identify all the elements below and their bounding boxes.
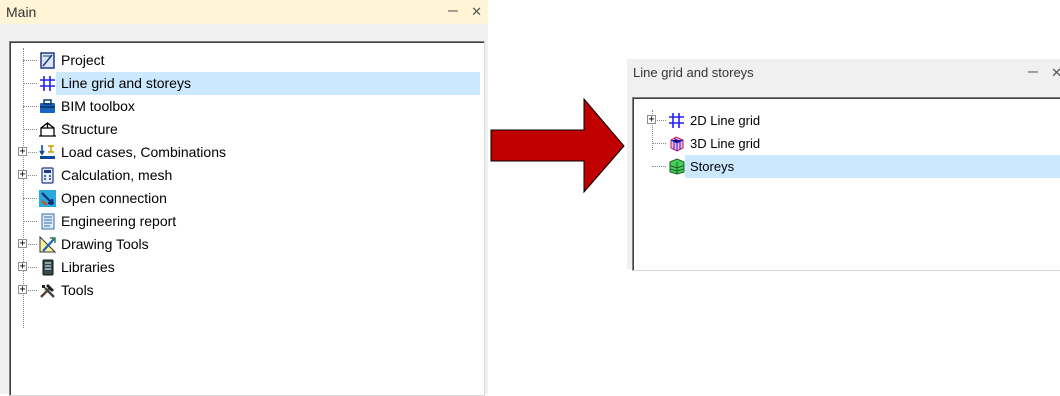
pin-icon[interactable]: ㄧ — [446, 0, 459, 24]
storeys-icon — [669, 158, 685, 175]
line-grid-icon — [40, 76, 55, 91]
tree-branch-line — [23, 106, 37, 107]
2d-line-grid-icon — [669, 113, 684, 128]
tree-item-label: Line grid and storeys — [61, 75, 191, 91]
line-grid-panel: Line grid and storeys ㄧ ✕ + 2D Line grid — [627, 59, 1060, 271]
selection-highlight — [685, 155, 1060, 178]
expand-toggle[interactable]: + — [18, 147, 27, 157]
tree-item-label: Calculation, mesh — [61, 167, 173, 183]
calculator-icon — [41, 167, 54, 184]
expand-toggle[interactable]: + — [18, 285, 27, 295]
tree-item-label: Storeys — [690, 159, 735, 174]
expand-toggle[interactable]: + — [18, 262, 27, 272]
tree-item-label: 3D Line grid — [690, 136, 761, 151]
tree-branch-line — [23, 60, 37, 61]
libraries-icon — [42, 259, 54, 276]
tree-branch-line — [23, 83, 37, 84]
project-icon — [40, 52, 55, 69]
tree-item-open-connection[interactable]: Open connection — [15, 187, 480, 210]
arrow-right-icon — [490, 98, 625, 194]
line-grid-tree-view[interactable]: + 2D Line grid 3D Line grid Storeys — [632, 97, 1060, 271]
bim-toolbox-icon — [40, 99, 55, 113]
tree-branch-line — [23, 221, 37, 222]
tree-item-label: Open connection — [61, 190, 167, 206]
tree-item-label: Engineering report — [61, 213, 177, 229]
tree-item-2d-line-grid[interactable]: + 2D Line grid — [644, 109, 1060, 132]
tree-item-engineering-report[interactable]: Engineering report — [15, 210, 480, 233]
load-cases-icon — [39, 145, 55, 159]
tree-branch-line — [23, 129, 37, 130]
drawing-tools-icon — [39, 236, 56, 253]
open-connection-icon — [39, 190, 56, 207]
main-tree-view[interactable]: Project Line grid and storeys BIM toolbo… — [9, 41, 485, 396]
3d-line-grid-icon — [670, 136, 684, 152]
tree-branch-line — [652, 166, 666, 167]
tree-branch-line — [23, 198, 37, 199]
tree-item-libraries[interactable]: + Libraries — [15, 256, 480, 279]
tree-item-label: Structure — [61, 121, 118, 137]
expand-toggle[interactable]: + — [647, 115, 656, 125]
tree-item-label: Tools — [61, 282, 94, 298]
report-icon — [41, 213, 55, 230]
main-panel: Main ㄧ ✕ Project Line grid and storeys B… — [0, 0, 488, 396]
tree-item-line-grid[interactable]: Line grid and storeys — [15, 72, 480, 95]
tree-item-bim-toolbox[interactable]: BIM toolbox — [15, 95, 480, 118]
tree-item-3d-line-grid[interactable]: 3D Line grid — [644, 132, 1060, 155]
tree-item-label: Drawing Tools — [61, 236, 149, 252]
tree-item-label: Load cases, Combinations — [61, 144, 226, 160]
line-grid-panel-header: Line grid and storeys ㄧ ✕ — [627, 59, 1060, 87]
tree-item-label: 2D Line grid — [690, 113, 761, 128]
pin-icon[interactable]: ㄧ — [1026, 59, 1039, 87]
tree-item-calculation[interactable]: + Calculation, mesh — [15, 164, 480, 187]
structure-icon — [39, 122, 56, 137]
tree-item-storeys[interactable]: Storeys — [644, 155, 1060, 178]
tree-item-project[interactable]: Project — [15, 49, 480, 72]
line-grid-tree: + 2D Line grid 3D Line grid Storeys — [644, 109, 1060, 178]
main-panel-header: Main ㄧ ✕ — [0, 0, 488, 24]
line-grid-panel-header-buttons: ㄧ ✕ — [1018, 59, 1060, 87]
tree-item-label: BIM toolbox — [61, 98, 135, 114]
tree-branch-line — [652, 143, 666, 144]
main-tree: Project Line grid and storeys BIM toolbo… — [15, 49, 480, 302]
tree-item-label: Libraries — [61, 259, 115, 275]
close-icon[interactable]: ✕ — [471, 0, 482, 24]
line-grid-panel-title: Line grid and storeys — [633, 65, 754, 80]
tree-item-structure[interactable]: Structure — [15, 118, 480, 141]
main-panel-header-buttons: ㄧ ✕ — [438, 0, 482, 24]
tree-item-label: Project — [61, 52, 105, 68]
tree-item-load-cases[interactable]: + Load cases, Combinations — [15, 141, 480, 164]
expand-toggle[interactable]: + — [18, 239, 27, 249]
close-icon[interactable]: ✕ — [1051, 59, 1060, 87]
tools-icon — [40, 284, 55, 298]
tree-item-tools[interactable]: + Tools — [15, 279, 480, 302]
tree-item-drawing-tools[interactable]: + Drawing Tools — [15, 233, 480, 256]
expand-toggle[interactable]: + — [18, 170, 27, 180]
main-panel-title: Main — [6, 4, 37, 20]
